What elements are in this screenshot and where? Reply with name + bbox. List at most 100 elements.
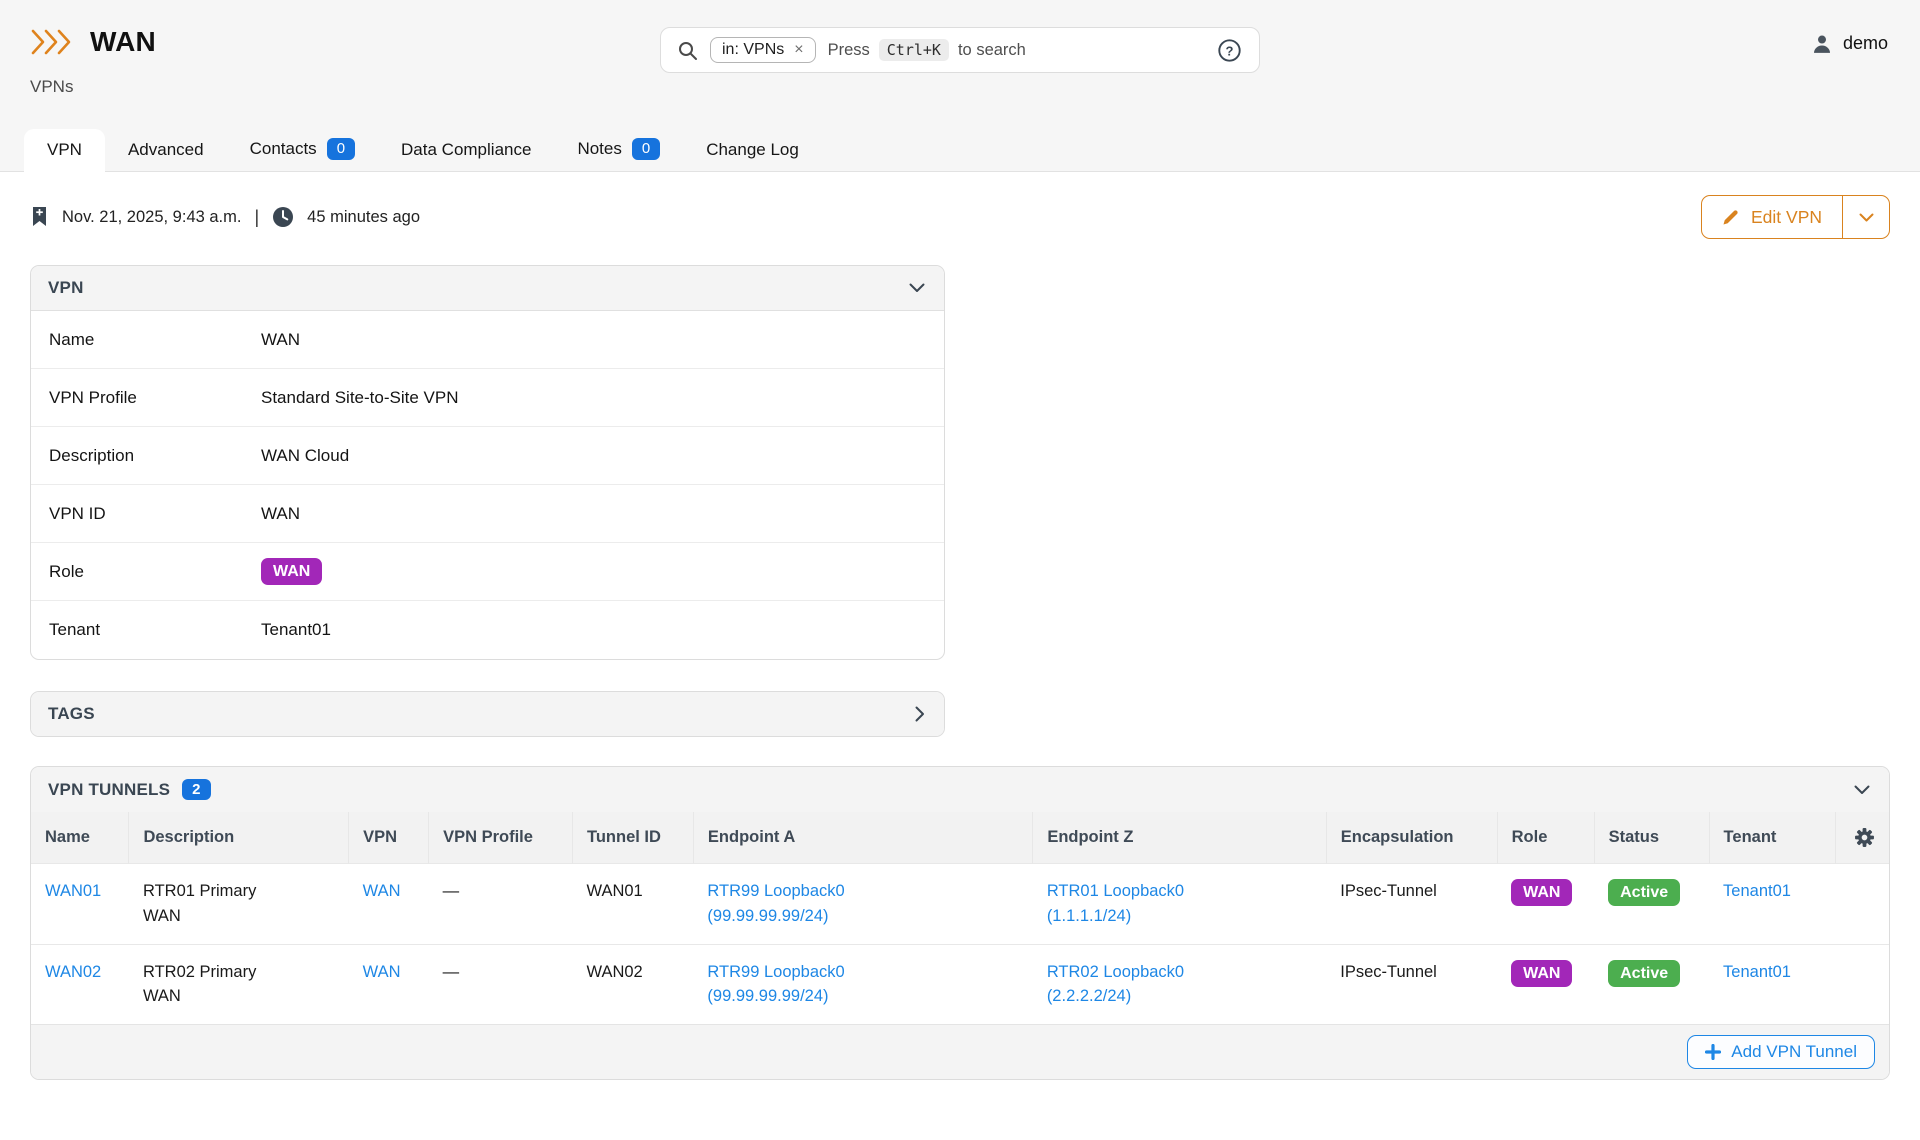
col-endpoint-z[interactable]: Endpoint Z (1033, 812, 1326, 864)
role-badge[interactable]: WAN (1511, 960, 1572, 987)
endpoint-z-link[interactable]: RTR01 Loopback0 (1.1.1.1/24) (1047, 879, 1257, 929)
tab-label: Advanced (128, 140, 204, 160)
status-badge[interactable]: Active (1608, 879, 1680, 906)
tunnel-vpn-link[interactable]: WAN (363, 963, 401, 981)
tunnel-tenant-link[interactable]: Tenant01 (1723, 963, 1791, 981)
tunnel-id: WAN01 (586, 882, 642, 900)
status-badge[interactable]: Active (1608, 960, 1680, 987)
tunnel-vpn-profile: — (443, 882, 460, 900)
tunnel-encapsulation: IPsec-Tunnel (1340, 963, 1437, 981)
col-tenant[interactable]: Tenant (1709, 812, 1836, 864)
vpn-card-title: VPN (48, 278, 84, 298)
search-filter-label: in: VPNs (722, 41, 784, 59)
tunnel-name-link[interactable]: WAN02 (45, 963, 101, 981)
vpn-detail-card: VPN Name WAN VPN Profile Standard Site-t… (30, 265, 945, 660)
attr-label: VPN Profile (31, 388, 261, 408)
logo-chevrons-icon[interactable] (30, 28, 74, 56)
meta-row: Nov. 21, 2025, 9:43 a.m. | 45 minutes ag… (30, 195, 1890, 239)
tab-vpn[interactable]: VPN (24, 129, 105, 172)
chevron-right-icon (915, 706, 925, 722)
edit-vpn-button[interactable]: Edit VPN (1702, 196, 1842, 238)
pencil-icon (1722, 208, 1740, 226)
attr-label: Description (31, 446, 261, 466)
breadcrumb[interactable]: VPNs (30, 77, 73, 97)
tunnel-name-link[interactable]: WAN01 (45, 882, 101, 900)
gear-icon[interactable] (1854, 827, 1875, 848)
tags-card: TAGS (30, 691, 945, 737)
search-suffix-label: to search (958, 41, 1026, 60)
chip-close-icon[interactable]: × (794, 42, 803, 58)
tab-data-compliance[interactable]: Data Compliance (378, 129, 554, 171)
brand: WAN (30, 26, 156, 58)
main-content: Nov. 21, 2025, 9:43 a.m. | 45 minutes ag… (0, 195, 1920, 1080)
add-vpn-tunnel-button[interactable]: Add VPN Tunnel (1687, 1035, 1875, 1069)
plus-icon (1705, 1044, 1721, 1060)
tunnels-card-footer: Add VPN Tunnel (31, 1024, 1889, 1079)
col-status[interactable]: Status (1594, 812, 1709, 864)
col-description[interactable]: Description (129, 812, 349, 864)
tunnel-tenant-link[interactable]: Tenant01 (1723, 882, 1791, 900)
chevron-down-icon (909, 283, 925, 293)
vpn-profile-link[interactable]: Standard Site-to-Site VPN (261, 388, 458, 408)
col-endpoint-a[interactable]: Endpoint A (693, 812, 1032, 864)
col-vpn-profile[interactable]: VPN Profile (429, 812, 573, 864)
vpn-tunnels-card: VPN TUNNELS 2 Name Description (30, 766, 1890, 1080)
ctrl-k-shortcut: Ctrl+K (879, 39, 949, 61)
meta-separator: | (254, 207, 259, 228)
endpoint-z-link[interactable]: RTR02 Loopback0 (2.2.2.2/24) (1047, 960, 1257, 1010)
tunnel-description: RTR02 Primary WAN (143, 960, 281, 1010)
attr-value: WAN (261, 330, 300, 350)
tab-notes[interactable]: Notes 0 (554, 127, 683, 171)
edit-vpn-label: Edit VPN (1751, 207, 1822, 228)
tab-label: VPN (47, 140, 82, 160)
tunnel-vpn-profile: — (443, 963, 460, 981)
tenant-link[interactable]: Tenant01 (261, 620, 331, 640)
attr-label: VPN ID (31, 504, 261, 524)
object-timestamps: Nov. 21, 2025, 9:43 a.m. | 45 minutes ag… (30, 206, 420, 228)
last-updated: 45 minutes ago (307, 208, 420, 227)
tab-label: Contacts (250, 139, 317, 159)
page-title: WAN (90, 26, 156, 58)
endpoint-a-link[interactable]: RTR99 Loopback0 (99.99.99.99/24) (707, 960, 917, 1010)
global-search[interactable]: in: VPNs × Press Ctrl+K to search ? (660, 27, 1260, 73)
role-badge[interactable]: WAN (261, 558, 322, 585)
tab-advanced[interactable]: Advanced (105, 129, 227, 171)
collapse-toggle[interactable] (1852, 783, 1872, 797)
search-icon (677, 40, 698, 61)
edit-vpn-split-button: Edit VPN (1701, 195, 1890, 239)
tab-count-badge: 0 (632, 138, 660, 160)
username: demo (1843, 33, 1888, 54)
user-icon (1812, 34, 1832, 54)
top-bar: WAN VPNs in: VPNs × Press Ctrl+K to sear… (0, 0, 1920, 172)
search-filter-chip[interactable]: in: VPNs × (710, 37, 816, 63)
expand-toggle[interactable] (913, 704, 927, 724)
attr-value: WAN (261, 504, 300, 524)
role-badge[interactable]: WAN (1511, 879, 1572, 906)
tags-card-header[interactable]: TAGS (31, 692, 944, 736)
col-name[interactable]: Name (31, 812, 129, 864)
created-date: Nov. 21, 2025, 9:43 a.m. (62, 208, 241, 227)
search-placeholder: Press Ctrl+K to search (828, 39, 1026, 61)
col-vpn[interactable]: VPN (349, 812, 429, 864)
col-role[interactable]: Role (1497, 812, 1594, 864)
attr-row-description: Description WAN Cloud (31, 427, 944, 485)
tunnel-row: WAN02 RTR02 Primary WAN WAN — WAN02 RTR9… (31, 944, 1889, 1024)
tab-change-log[interactable]: Change Log (683, 129, 822, 171)
bookmark-icon[interactable] (30, 206, 49, 228)
search-press-label: Press (828, 41, 870, 60)
attr-value: WAN Cloud (261, 446, 349, 466)
vpn-tunnels-title: VPN TUNNELS 2 (48, 779, 211, 800)
tunnel-vpn-link[interactable]: WAN (363, 882, 401, 900)
endpoint-a-link[interactable]: RTR99 Loopback0 (99.99.99.99/24) (707, 879, 917, 929)
chevron-down-icon (1859, 213, 1874, 222)
user-menu[interactable]: demo (1812, 33, 1888, 54)
collapse-toggle[interactable] (907, 281, 927, 295)
tunnel-description: RTR01 Primary WAN (143, 879, 281, 929)
edit-vpn-dropdown-toggle[interactable] (1842, 196, 1889, 238)
help-icon[interactable]: ? (1216, 37, 1243, 64)
tab-contacts[interactable]: Contacts 0 (227, 127, 378, 171)
col-tunnel-id[interactable]: Tunnel ID (572, 812, 693, 864)
attr-row-vpn-profile: VPN Profile Standard Site-to-Site VPN (31, 369, 944, 427)
attr-row-vpn-id: VPN ID WAN (31, 485, 944, 543)
col-encapsulation[interactable]: Encapsulation (1326, 812, 1497, 864)
